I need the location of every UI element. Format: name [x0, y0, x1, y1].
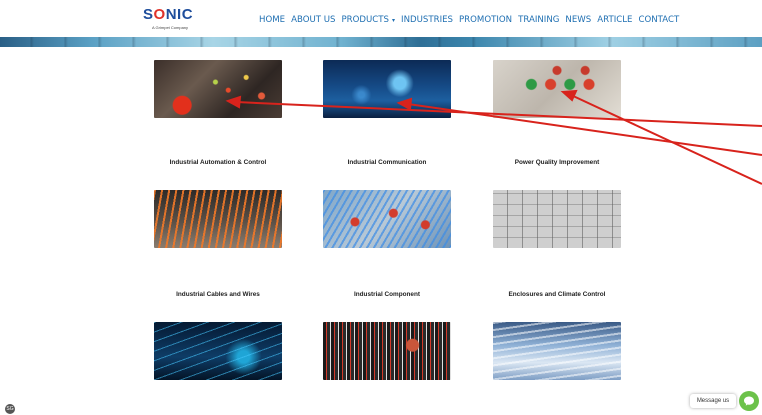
nav-news[interactable]: NEWS — [565, 15, 591, 25]
nav-industries[interactable]: INDUSTRIES — [401, 15, 453, 25]
logo-wordmark: SONIC — [143, 6, 194, 23]
chat-bubble-glyph — [744, 396, 754, 406]
main-nav: HOME ABOUT US PRODUCTS ▾ INDUSTRIES PROMO… — [259, 15, 685, 25]
accessibility-icon[interactable]: SG — [5, 404, 15, 414]
nav-about-us[interactable]: ABOUT US — [291, 15, 335, 25]
product-image-conveyor[interactable] — [493, 322, 621, 380]
site-logo[interactable]: SONIC A Grimpet Company — [143, 6, 193, 34]
chevron-down-icon: ▾ — [392, 17, 396, 24]
product-image-industrial-cables[interactable] — [154, 190, 282, 248]
product-image-power-quality[interactable] — [493, 60, 621, 118]
nav-training[interactable]: TRAINING — [518, 15, 559, 25]
product-image-industrial-component[interactable] — [323, 190, 451, 248]
hero-banner-strip — [0, 37, 762, 47]
nav-products[interactable]: PRODUCTS ▾ — [341, 15, 395, 25]
nav-article[interactable]: ARTICLE — [597, 15, 632, 25]
chat-bubble-icon[interactable] — [739, 391, 759, 411]
product-image-enclosures[interactable] — [493, 190, 621, 248]
product-title-enclosures[interactable]: Enclosures and Climate Control — [457, 291, 657, 298]
product-image-industrial-communication[interactable] — [323, 60, 451, 118]
product-title-power-quality[interactable]: Power Quality Improvement — [457, 159, 657, 166]
message-us-label[interactable]: Message us — [690, 394, 736, 408]
nav-home[interactable]: HOME — [259, 15, 285, 25]
nav-contact[interactable]: CONTACT — [638, 15, 679, 25]
nav-promotion[interactable]: PROMOTION — [459, 15, 512, 25]
product-image-industrial-automation[interactable] — [154, 60, 282, 118]
product-image-circuit-board[interactable] — [154, 322, 282, 380]
product-image-terminal-wiring[interactable] — [323, 322, 451, 380]
logo-tagline: A Grimpet Company — [152, 25, 189, 30]
site-header: SONIC A Grimpet Company HOME ABOUT US PR… — [0, 0, 762, 40]
nav-products-label: PRODUCTS — [341, 15, 390, 25]
